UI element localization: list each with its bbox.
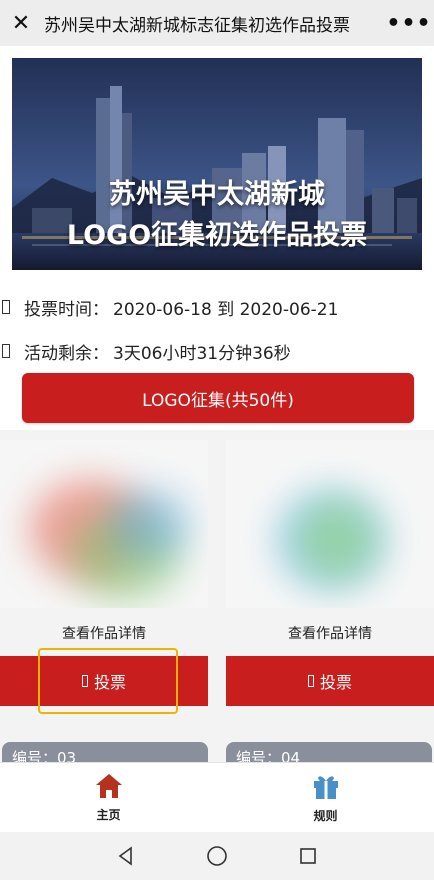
vote-icon [307, 675, 314, 687]
tab-home[interactable]: 主页 [0, 763, 217, 832]
work-thumbnail[interactable] [226, 440, 434, 608]
banner-image: 苏州吴中太湖新城 LOGO征集初选作品投票 [12, 58, 422, 270]
back-icon[interactable] [106, 836, 146, 876]
banner-title-line1: 苏州吴中太湖新城 [109, 179, 325, 210]
tab-home-label: 主页 [96, 808, 121, 822]
recent-apps-icon[interactable] [288, 836, 328, 876]
clock-icon [2, 344, 10, 358]
tab-rules-label: 规则 [313, 809, 338, 823]
banner-title-line2: LOGO征集初选作品投票 [66, 220, 368, 251]
system-nav-bar [0, 832, 434, 880]
remaining-time-value: 3天06小时31分钟36秒 [113, 343, 291, 364]
remaining-time-label: 活动剩余： [24, 343, 109, 364]
page-title: 苏州吴中太湖新城标志征集初选作品投票 [44, 15, 350, 36]
vote-time-value: 2020-06-18 到 2020-06-21 [113, 299, 339, 320]
home-circle-icon[interactable] [197, 836, 237, 876]
calendar-icon [2, 300, 10, 314]
close-icon[interactable]: ✕ [0, 0, 42, 46]
home-icon [95, 774, 122, 798]
more-icon[interactable]: ••• [384, 0, 434, 46]
vote-button[interactable]: 投票 [0, 656, 208, 706]
gift-icon [313, 776, 338, 799]
vote-time-row: 投票时间： 2020-06-18 到 2020-06-21 [0, 292, 434, 322]
screen: ✕ 苏州吴中太湖新城标志征集初选作品投票 ••• 苏州吴中太湖新城 LOGO征集… [0, 0, 434, 880]
bottom-tab-bar: 主页 规则 [0, 762, 434, 832]
tab-rules[interactable]: 规则 [217, 763, 434, 832]
vote-button-label: 投票 [93, 673, 126, 692]
work-thumbnail[interactable] [0, 440, 208, 608]
logo-collection-button[interactable]: LOGO征集(共50件) [22, 373, 414, 423]
remaining-time-row: 活动剩余： 3天06小时31分钟36秒 [0, 336, 434, 366]
view-details-link[interactable]: 查看作品详情 [226, 618, 434, 648]
title-bar: ✕ 苏州吴中太湖新城标志征集初选作品投票 ••• [0, 0, 434, 46]
view-details-link[interactable]: 查看作品详情 [0, 618, 208, 648]
vote-icon [81, 675, 88, 687]
vote-button-label: 投票 [319, 673, 352, 692]
vote-button[interactable]: 投票 [226, 656, 434, 706]
vote-time-label: 投票时间： [24, 299, 109, 320]
